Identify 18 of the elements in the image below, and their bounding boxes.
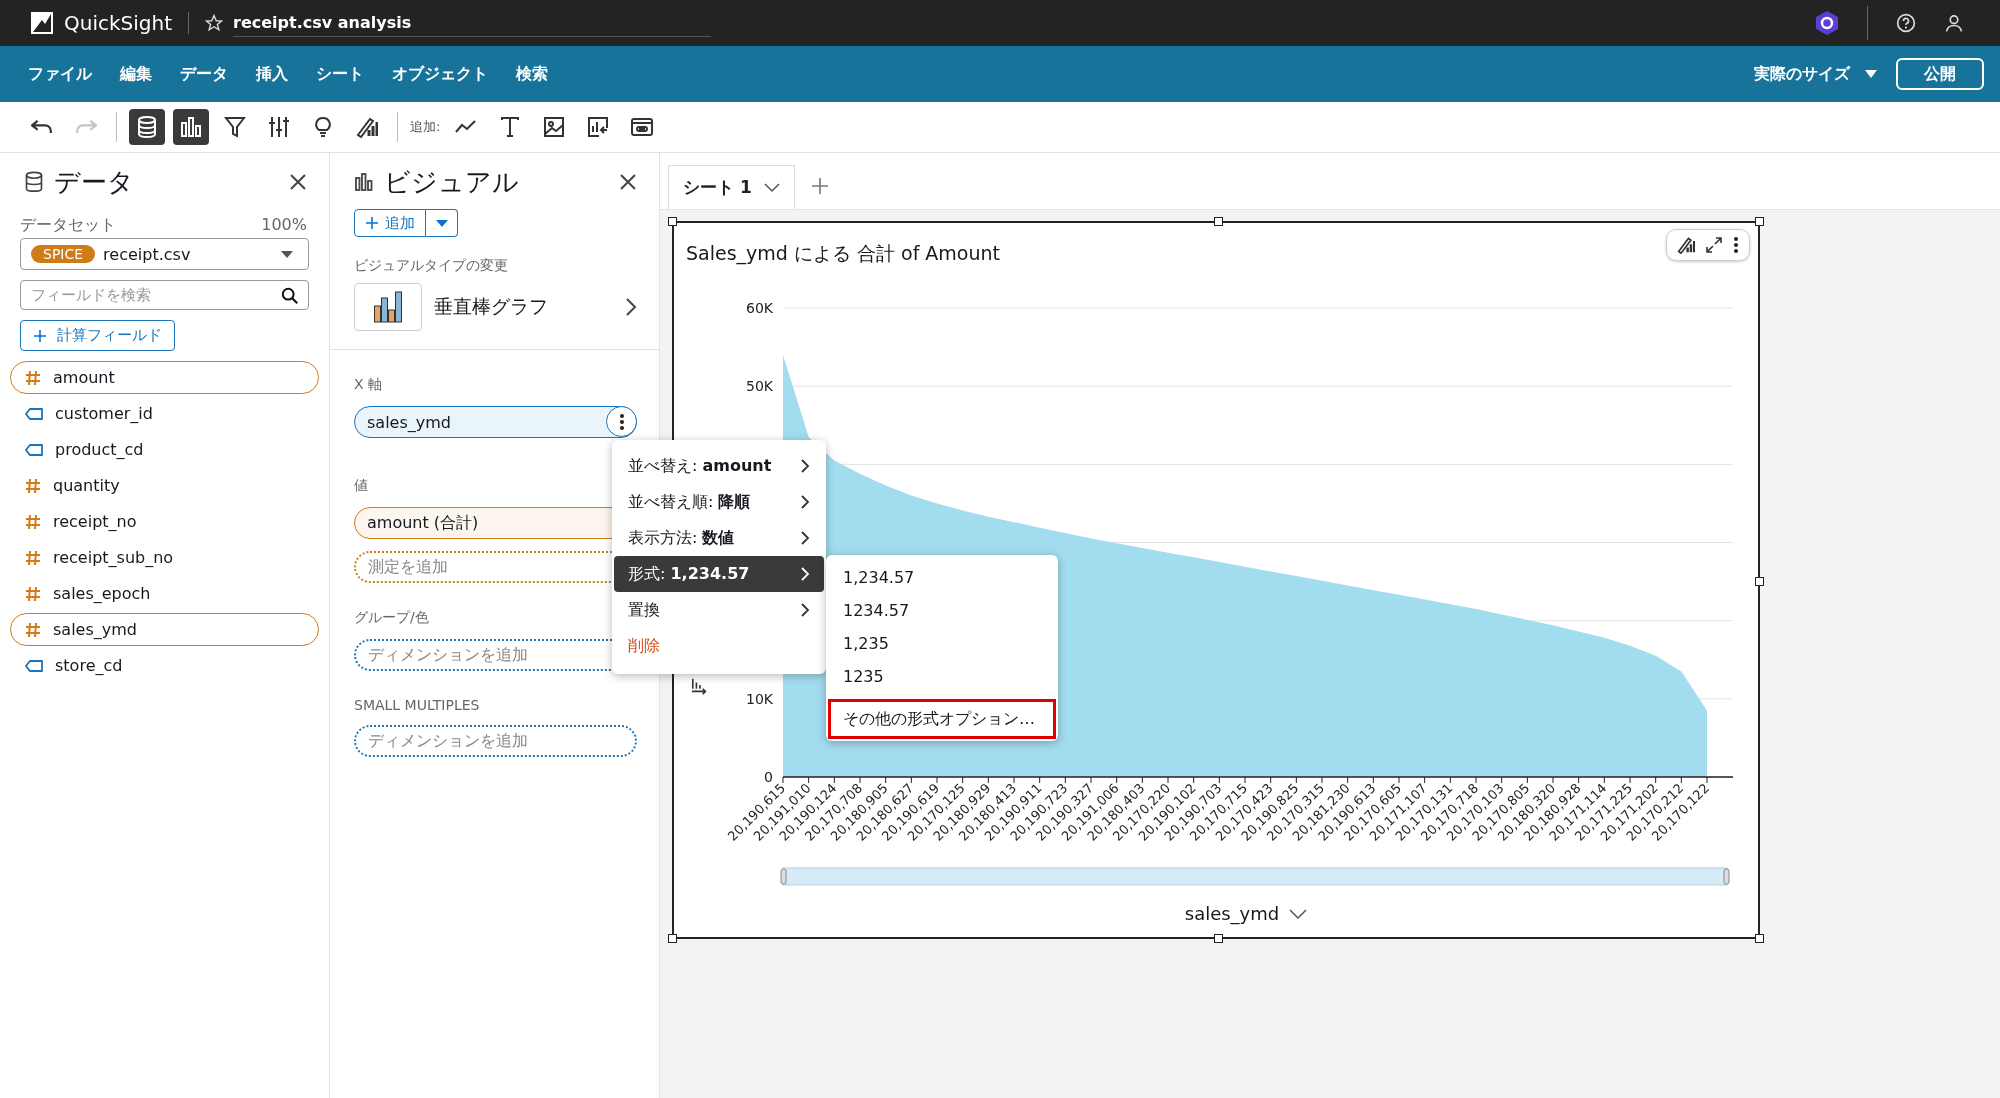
dataset-name: receipt.csv — [103, 244, 191, 264]
panel-title: ビジュアル — [384, 165, 519, 199]
y-axis-label: 0 — [764, 769, 773, 785]
visual-type-label: ビジュアルタイプの変更 — [354, 257, 509, 275]
field-well-label: 値 — [354, 477, 369, 495]
field-well-label: SMALL MULTIPLES — [354, 697, 481, 713]
y-axis-label: 10K — [746, 690, 773, 707]
field-well-label: グループ/色 — [354, 609, 430, 627]
panel-title: データ — [54, 165, 134, 199]
dataset-percent: 100% — [261, 215, 307, 236]
dataset-label: データセット — [20, 215, 116, 236]
chart-title: Sales_ymd による 合計 of Amount — [686, 241, 1001, 267]
y-axis-label: 50K — [746, 378, 773, 395]
field-well-label: X 軸 — [354, 376, 384, 394]
spice-badge: SPICE — [31, 245, 96, 263]
app-name: QuickSight — [64, 11, 173, 35]
y-axis-label: 60K — [746, 300, 773, 316]
add-label: 追加: — [410, 118, 441, 136]
